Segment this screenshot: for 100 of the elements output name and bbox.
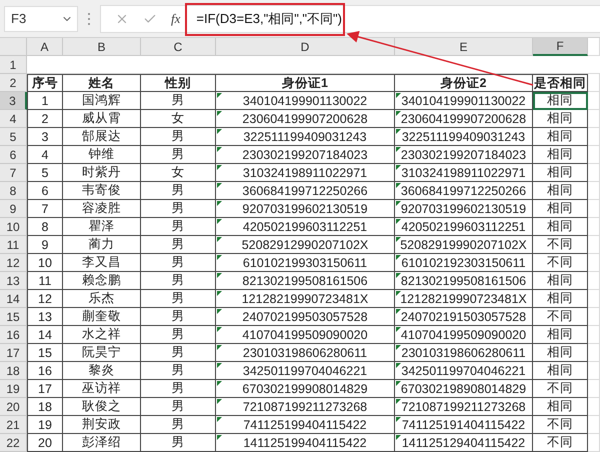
column-header[interactable]: C: [141, 38, 216, 56]
error-indicator-icon: [396, 147, 401, 152]
row-header[interactable]: 13: [0, 272, 27, 290]
table-cell: 322511199409031243: [216, 128, 395, 146]
table-cell: 52082912990207102X: [216, 236, 395, 254]
table-cell: 男: [141, 128, 216, 146]
table-cell: 12128219990723481X: [216, 290, 395, 308]
error-indicator-icon: [396, 417, 401, 422]
error-indicator-icon: [396, 399, 401, 404]
row-header[interactable]: 4: [0, 110, 27, 128]
error-indicator-icon: [396, 435, 401, 440]
error-indicator-icon: [396, 93, 401, 98]
row-header[interactable]: 21: [0, 416, 27, 434]
table-cell: 相同: [533, 344, 588, 362]
table-cell: 10: [27, 254, 63, 272]
error-indicator-icon: [217, 165, 222, 170]
formula-field[interactable]: =IF(D3=E3,"相同","不同"): [196, 10, 342, 28]
error-indicator-icon: [396, 381, 401, 386]
row-header[interactable]: 19: [0, 380, 27, 398]
row-header[interactable]: 3: [0, 92, 27, 110]
row-header[interactable]: 11: [0, 236, 27, 254]
column-title: 身份证2: [395, 74, 533, 92]
error-indicator-icon: [217, 327, 222, 332]
table-cell: 5: [27, 164, 63, 182]
row-header[interactable]: 18: [0, 362, 27, 380]
table-cell: 相同: [533, 146, 588, 164]
column-header[interactable]: B: [63, 38, 141, 56]
table-cell: 410704199509090020: [216, 326, 395, 344]
column-header[interactable]: D: [216, 38, 395, 56]
table-cell: 男: [141, 236, 216, 254]
row-header[interactable]: 10: [0, 218, 27, 236]
error-indicator-icon: [217, 399, 222, 404]
table-cell: 容凌胜: [63, 200, 141, 218]
row-header[interactable]: 12: [0, 254, 27, 272]
table-cell: 920703199602130519: [395, 200, 533, 218]
table-cell: 威从霄: [63, 110, 141, 128]
table-cell: 7: [27, 200, 63, 218]
table-cell: 男: [141, 200, 216, 218]
table-cell: 相同: [533, 362, 588, 380]
table-cell: 荆安政: [63, 416, 141, 434]
error-indicator-icon: [217, 129, 222, 134]
table-cell: 342501199704046221: [395, 362, 533, 380]
column-header[interactable]: A: [27, 38, 63, 56]
row-header[interactable]: 7: [0, 164, 27, 182]
error-indicator-icon: [396, 309, 401, 314]
table-cell: 230103198606280611: [216, 344, 395, 362]
table-cell: 男: [141, 308, 216, 326]
table-cell: 蒯奎敬: [63, 308, 141, 326]
row-header[interactable]: 14: [0, 290, 27, 308]
table-cell: 310324198911022971: [395, 164, 533, 182]
row-header[interactable]: 9: [0, 200, 27, 218]
error-indicator-icon: [396, 363, 401, 368]
select-all-corner[interactable]: [0, 38, 27, 56]
row-header[interactable]: 22: [0, 434, 27, 452]
row-header[interactable]: 2: [0, 74, 27, 92]
error-indicator-icon: [217, 435, 222, 440]
table-cell: 741125191404115422: [395, 416, 533, 434]
table-cell: 230302199207184023: [395, 146, 533, 164]
row-header[interactable]: 15: [0, 308, 27, 326]
error-indicator-icon: [217, 273, 222, 278]
row-header[interactable]: 8: [0, 182, 27, 200]
table-cell: 4: [27, 146, 63, 164]
table-cell: 670302198908014829: [395, 380, 533, 398]
table-cell: 15: [27, 344, 63, 362]
table-cell: 17: [27, 380, 63, 398]
name-box[interactable]: F3: [4, 6, 78, 32]
table-cell: 乐杰: [63, 290, 141, 308]
error-indicator-icon: [217, 255, 222, 260]
error-indicator-icon: [396, 237, 401, 242]
table-cell: 相同: [533, 200, 588, 218]
table-cell: 16: [27, 362, 63, 380]
error-indicator-icon: [217, 93, 222, 98]
table-cell: 230103198606280611: [395, 344, 533, 362]
table-cell: 耿俊之: [63, 398, 141, 416]
error-indicator-icon: [217, 219, 222, 224]
row-header[interactable]: 17: [0, 344, 27, 362]
table-cell: 342501199704046221: [216, 362, 395, 380]
table-cell: 141125199404115422: [216, 434, 395, 452]
table-cell: 阮昊宁: [63, 344, 141, 362]
drag-handle-icon: [87, 12, 91, 26]
row-header[interactable]: 1: [0, 56, 27, 74]
table-cell: 340104199901130022: [216, 92, 395, 110]
table-cell: 彭泽绍: [63, 434, 141, 452]
table-cell: 国鸿辉: [63, 92, 141, 110]
insert-function-button[interactable]: fx: [171, 10, 180, 26]
table-cell: 3: [27, 128, 63, 146]
table-cell: 360684199712250266: [395, 182, 533, 200]
column-header[interactable]: F: [533, 38, 588, 56]
table-cell: 蔺力: [63, 236, 141, 254]
row-header[interactable]: 20: [0, 398, 27, 416]
table-cell: 不同: [533, 254, 588, 272]
table-cell: 不同: [533, 434, 588, 452]
row-header[interactable]: 16: [0, 326, 27, 344]
row-header[interactable]: 6: [0, 146, 27, 164]
table-cell: 721087199211273268: [216, 398, 395, 416]
table-cell: 11: [27, 272, 63, 290]
table-cell: 821302199508161506: [216, 272, 395, 290]
column-header[interactable]: E: [395, 38, 533, 56]
row-header[interactable]: 5: [0, 128, 27, 146]
error-indicator-icon: [217, 147, 222, 152]
